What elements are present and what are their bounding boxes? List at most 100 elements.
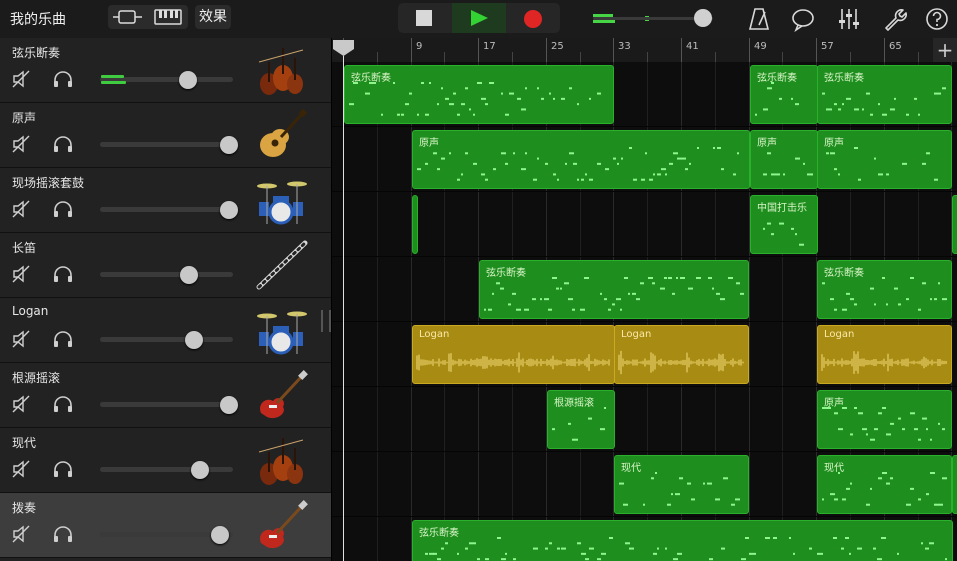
loop-browser-button[interactable] bbox=[790, 6, 816, 33]
midi-region[interactable] bbox=[952, 455, 957, 514]
track-volume-knob[interactable] bbox=[220, 396, 238, 414]
tracks-view-icon[interactable] bbox=[112, 8, 144, 26]
speaker-mute-icon bbox=[12, 265, 30, 283]
mute-button[interactable] bbox=[12, 265, 32, 287]
track-volume-knob[interactable] bbox=[211, 526, 229, 544]
track-volume-knob[interactable] bbox=[179, 71, 197, 89]
track-volume-slider[interactable] bbox=[100, 207, 233, 212]
track-header[interactable]: 拨奏 bbox=[0, 493, 331, 558]
strings-icon[interactable] bbox=[253, 432, 309, 488]
track-volume-knob[interactable] bbox=[220, 136, 238, 154]
midi-region[interactable] bbox=[412, 195, 418, 254]
midi-region[interactable]: 弦乐断奏 bbox=[412, 520, 953, 561]
ruler-tick bbox=[647, 52, 648, 62]
track-header-resize-handle[interactable] bbox=[321, 310, 331, 332]
track-header[interactable]: 现场摇滚套鼓 bbox=[0, 168, 331, 233]
electric-guitar-icon[interactable] bbox=[253, 367, 309, 423]
solo-button[interactable] bbox=[52, 525, 74, 547]
audio-region[interactable]: Logan bbox=[817, 325, 952, 384]
audio-waveform bbox=[821, 351, 947, 374]
keyboard-icon[interactable] bbox=[154, 8, 182, 26]
master-volume-knob[interactable] bbox=[694, 9, 713, 27]
midi-region[interactable]: 原声 bbox=[412, 130, 750, 189]
mute-button[interactable] bbox=[12, 200, 32, 222]
headphones-icon bbox=[54, 526, 72, 542]
headphones-icon bbox=[54, 266, 72, 282]
stop-icon bbox=[416, 10, 432, 26]
lane-separator bbox=[332, 451, 957, 452]
mute-button[interactable] bbox=[12, 330, 32, 352]
effects-button[interactable]: 效果 bbox=[195, 5, 231, 29]
headphones-icon bbox=[54, 71, 72, 87]
solo-button[interactable] bbox=[52, 330, 74, 352]
midi-region[interactable]: 弦乐断奏 bbox=[817, 65, 952, 124]
metronome-button[interactable] bbox=[746, 6, 772, 32]
midi-region[interactable]: 原声 bbox=[817, 390, 952, 449]
solo-button[interactable] bbox=[52, 395, 74, 417]
add-section-button[interactable]: + bbox=[933, 38, 957, 62]
midi-region[interactable]: 弦乐断奏 bbox=[750, 65, 818, 124]
solo-button[interactable] bbox=[52, 200, 74, 222]
midi-region[interactable]: 原声 bbox=[817, 130, 952, 189]
ruler-tick bbox=[444, 52, 445, 62]
audio-region[interactable]: Logan bbox=[412, 325, 615, 384]
midi-region[interactable]: 弦乐断奏 bbox=[344, 65, 614, 124]
flute-icon[interactable] bbox=[253, 237, 309, 293]
play-icon bbox=[471, 10, 488, 26]
playhead-handle[interactable] bbox=[333, 40, 354, 56]
track-volume-knob[interactable] bbox=[185, 331, 203, 349]
midi-region[interactable]: 中国打击乐 bbox=[750, 195, 818, 254]
record-button[interactable] bbox=[506, 3, 560, 33]
speaker-mute-icon bbox=[12, 460, 30, 478]
track-header[interactable]: 长笛 bbox=[0, 233, 331, 298]
midi-region[interactable]: 弦乐断奏 bbox=[817, 260, 952, 319]
track-volume-slider[interactable] bbox=[100, 467, 233, 472]
record-icon bbox=[524, 10, 542, 28]
my-songs-button[interactable]: 我的乐曲 bbox=[10, 9, 66, 29]
track-volume-knob[interactable] bbox=[191, 461, 209, 479]
mute-button[interactable] bbox=[12, 395, 32, 417]
track-header[interactable]: Logan bbox=[0, 298, 331, 363]
track-header[interactable]: 根源摇滚 bbox=[0, 363, 331, 428]
solo-button[interactable] bbox=[52, 70, 74, 92]
midi-region[interactable]: 现代 bbox=[614, 455, 749, 514]
settings-button[interactable] bbox=[882, 6, 908, 32]
midi-region[interactable]: 现代 bbox=[817, 455, 952, 514]
electric-guitar-icon[interactable] bbox=[253, 497, 309, 553]
tracks-area[interactable]: 弦乐断奏 弦乐断奏 弦乐断奏 原声 原声 原声 中国打击乐 弦乐断奏 弦乐断奏 Logan Loga… bbox=[332, 62, 957, 561]
mixer-button[interactable] bbox=[836, 6, 862, 32]
track-header[interactable]: 原声 bbox=[0, 103, 331, 168]
track-volume-knob[interactable] bbox=[220, 201, 238, 219]
timeline-ruler[interactable]: + 1917253341495765 bbox=[332, 38, 957, 63]
audio-region[interactable]: Logan bbox=[614, 325, 749, 384]
ruler-tick bbox=[478, 38, 479, 62]
midi-region[interactable]: 根源摇滚 bbox=[547, 390, 615, 449]
solo-button[interactable] bbox=[52, 135, 74, 157]
track-volume-slider[interactable] bbox=[100, 337, 233, 342]
bar-number: 33 bbox=[618, 41, 631, 52]
mute-button[interactable] bbox=[12, 460, 32, 482]
track-header[interactable]: 现代 bbox=[0, 428, 331, 493]
midi-notes bbox=[822, 472, 947, 506]
acoustic-guitar-icon[interactable] bbox=[253, 107, 309, 163]
track-volume-slider[interactable] bbox=[100, 272, 233, 277]
master-volume-slider[interactable] bbox=[585, 6, 725, 30]
play-button[interactable] bbox=[452, 3, 506, 33]
track-volume-slider[interactable] bbox=[100, 142, 233, 147]
solo-button[interactable] bbox=[52, 460, 74, 482]
midi-region[interactable]: 弦乐断奏 bbox=[479, 260, 749, 319]
midi-region[interactable]: 原声 bbox=[750, 130, 818, 189]
track-volume-slider[interactable] bbox=[100, 402, 233, 407]
mute-button[interactable] bbox=[12, 135, 32, 157]
drum-kit-icon[interactable] bbox=[253, 172, 309, 228]
track-volume-knob[interactable] bbox=[180, 266, 198, 284]
stop-button[interactable] bbox=[398, 3, 452, 33]
mute-button[interactable] bbox=[12, 525, 32, 547]
help-button[interactable] bbox=[924, 6, 950, 32]
solo-button[interactable] bbox=[52, 265, 74, 287]
track-header[interactable]: 弦乐断奏 bbox=[0, 38, 331, 103]
drum-kit-icon[interactable] bbox=[253, 302, 309, 358]
midi-region[interactable] bbox=[952, 195, 957, 254]
mute-button[interactable] bbox=[12, 70, 32, 92]
strings-icon[interactable] bbox=[253, 42, 309, 98]
